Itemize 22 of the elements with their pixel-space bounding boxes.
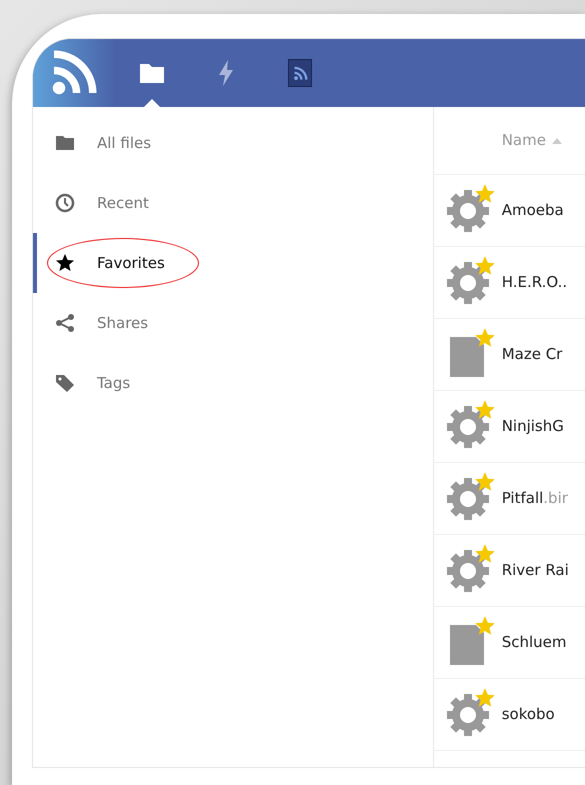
file-name[interactable]: sokobo bbox=[502, 703, 555, 726]
folder-icon bbox=[139, 62, 165, 84]
sidebar-item[interactable]: Recent bbox=[33, 173, 433, 233]
file-name[interactable]: H.E.R.O.. bbox=[502, 271, 568, 294]
share-icon bbox=[55, 313, 75, 333]
lightning-icon bbox=[218, 60, 234, 86]
sidebar-item[interactable]: Tags bbox=[33, 353, 433, 413]
folder-icon bbox=[55, 133, 75, 153]
sidebar-item[interactable]: Favorites bbox=[33, 233, 433, 293]
tag-icon bbox=[55, 373, 75, 393]
sidebar-item[interactable]: All files bbox=[33, 113, 433, 173]
active-caret bbox=[144, 99, 160, 107]
file-name[interactable]: Schluem bbox=[502, 631, 566, 654]
clock-icon bbox=[55, 193, 75, 213]
file-name[interactable]: NinjishG bbox=[502, 415, 564, 438]
feed-icon bbox=[288, 59, 312, 87]
file-name[interactable]: Amoeba bbox=[502, 199, 564, 222]
file-name[interactable]: Pitfall.bir bbox=[502, 487, 568, 510]
file-name[interactable]: Maze Cr bbox=[502, 343, 562, 366]
star-icon bbox=[55, 253, 75, 273]
file-name[interactable]: River Rai bbox=[502, 559, 569, 582]
sidebar-item[interactable]: Shares bbox=[33, 293, 433, 353]
